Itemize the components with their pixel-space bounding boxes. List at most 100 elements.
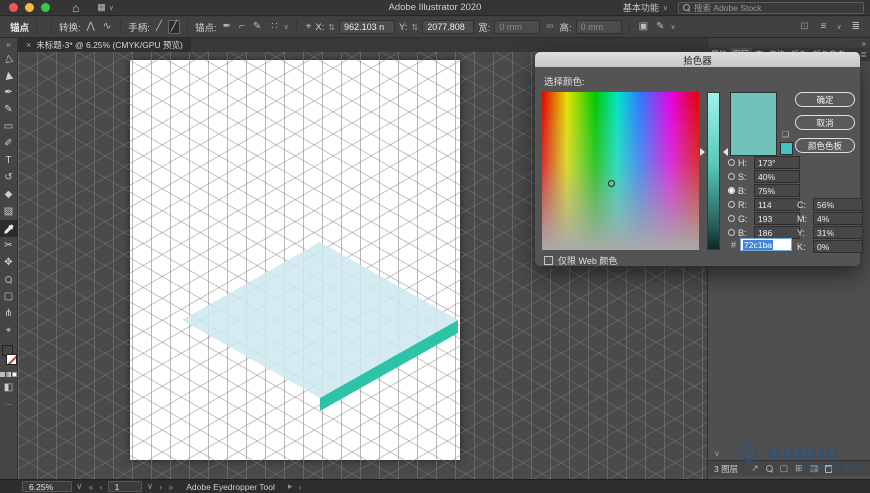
s-field[interactable]: 40% — [754, 170, 800, 183]
document-tab[interactable]: × 未标题-3* @ 6.25% (CMYK/GPU 预览) — [18, 38, 191, 52]
brightness-slider[interactable] — [707, 92, 720, 250]
b-radio[interactable] — [728, 187, 735, 194]
eraser-tool[interactable]: ◆ — [0, 186, 18, 203]
convert-corner-icon[interactable]: ⋀ — [85, 21, 97, 33]
hide-handles-icon[interactable]: ╱ — [167, 20, 180, 34]
locate-object-icon[interactable] — [765, 465, 773, 472]
x-field[interactable]: 962.103 n — [339, 20, 396, 34]
ok-button[interactable]: 确定 — [795, 92, 855, 107]
g-field[interactable]: 193 — [754, 212, 800, 225]
y-field[interactable]: 2077.808 — [422, 20, 475, 34]
web-colors-only-checkbox[interactable]: 仅限 Web 颜色 — [544, 254, 617, 267]
color-button[interactable] — [0, 372, 5, 377]
zoom-level-field[interactable]: 6.25% — [22, 481, 72, 492]
last-artboard-icon[interactable]: » — [168, 482, 173, 492]
cancel-button[interactable]: 取消 — [795, 115, 855, 130]
slider-arrow-right-icon[interactable] — [723, 148, 728, 156]
isolate-icon[interactable]: ∷ — [269, 21, 279, 33]
slider-arrow-left-icon[interactable] — [700, 148, 705, 156]
corner-anchor-icon[interactable]: ⌐ — [237, 21, 247, 33]
show-handles-icon[interactable]: ╱ — [154, 21, 164, 33]
zoom-dropdown-icon[interactable]: ∨ — [76, 481, 83, 492]
none-button[interactable] — [12, 372, 17, 377]
mesh-tool[interactable]: ⋔ — [0, 305, 18, 322]
zoom-window-button[interactable] — [41, 3, 50, 12]
panel-menu-icon[interactable]: ≣ — [860, 50, 870, 59]
remove-anchor-icon[interactable]: ✒ — [221, 21, 233, 33]
c-field[interactable]: 56% — [813, 198, 863, 211]
hex-field[interactable]: 72c1ba — [740, 238, 793, 251]
zoom-tool[interactable] — [0, 271, 18, 288]
r-field[interactable]: 114 — [754, 198, 800, 211]
smooth-anchor-icon[interactable]: ✎ — [251, 21, 263, 33]
align-options-icon[interactable]: ≡ — [819, 21, 829, 33]
s-radio[interactable] — [728, 173, 735, 180]
pen-tool[interactable]: ✒ — [0, 84, 18, 101]
edit-toolbar-icon[interactable]: … — [0, 396, 18, 408]
h-field[interactable]: 173° — [754, 156, 800, 169]
gamut-warning-icon[interactable]: ❑ — [782, 130, 789, 139]
arrange-documents-button[interactable]: ▦ ∨ — [97, 2, 114, 13]
first-artboard-icon[interactable]: « — [89, 482, 94, 492]
iso-tile-top-face[interactable] — [182, 242, 458, 398]
rotate-tool[interactable]: ↺ — [0, 169, 18, 186]
h-radio[interactable] — [728, 159, 735, 166]
panel-list-icon[interactable]: ≣ — [850, 21, 862, 33]
b-field[interactable]: 75% — [754, 184, 800, 197]
width-field[interactable]: 0 mm — [494, 20, 541, 34]
k-field[interactable]: 0% — [813, 240, 863, 253]
search-input[interactable] — [694, 2, 844, 13]
selection-tool[interactable]: ▷ — [0, 50, 18, 67]
link-dimensions-icon[interactable]: ∞ — [544, 21, 555, 33]
next-artboard-icon[interactable]: › — [159, 482, 162, 492]
transform-box-icon[interactable]: ▣ — [637, 21, 650, 33]
close-window-button[interactable] — [9, 3, 18, 12]
gradient-tool[interactable]: ▨ — [0, 203, 18, 220]
color-swatches-button[interactable]: 颜色色板 — [795, 138, 855, 153]
home-icon[interactable]: ⌂ — [72, 2, 79, 14]
toolbar-collapse-icon[interactable]: » — [0, 38, 18, 50]
minimize-window-button[interactable] — [25, 3, 34, 12]
drawing-modes-icon[interactable]: ◧ — [0, 379, 18, 396]
checkbox-icon — [544, 256, 553, 265]
dialog-title[interactable]: 拾色器 — [535, 52, 860, 67]
b2-radio[interactable] — [728, 229, 735, 236]
height-field[interactable]: 0 mm — [575, 20, 622, 34]
stock-search[interactable] — [678, 1, 864, 14]
convert-smooth-icon[interactable]: ∿ — [101, 21, 113, 33]
workspace-switcher[interactable]: 基本功能 ∨ — [623, 1, 668, 14]
artboard-tool[interactable]: ▢ — [0, 288, 18, 305]
eyedropper-tool[interactable] — [0, 220, 18, 237]
color-spectrum-field[interactable] — [542, 92, 699, 250]
g-radio[interactable] — [728, 215, 735, 222]
stroke-none-swatch[interactable] — [5, 354, 17, 365]
pen-options-icon[interactable]: ✎ — [654, 21, 666, 33]
shape-builder-tool[interactable]: ✂ — [0, 237, 18, 254]
symbol-tool[interactable]: ⌖ — [0, 322, 18, 339]
y-field[interactable]: 31% — [813, 226, 863, 239]
close-tab-icon[interactable]: × — [26, 40, 31, 50]
y-stepper-icon[interactable]: ⇅ — [412, 23, 419, 32]
prev-artboard-icon[interactable]: ‹ — [100, 482, 103, 492]
snap-grid-icon[interactable]: ⊡ — [798, 21, 810, 33]
paintbrush-tool[interactable]: ✐ — [0, 135, 18, 152]
web-safe-swatch[interactable] — [780, 142, 793, 155]
scroll-left-icon[interactable]: ‹ — [298, 482, 301, 492]
reference-point-icon[interactable]: ⌖ — [304, 21, 314, 33]
color-marker-icon[interactable] — [608, 180, 615, 187]
gradient-button[interactable] — [6, 372, 11, 377]
artboard-dropdown-icon[interactable]: ∨ — [147, 481, 154, 492]
m-field[interactable]: 4% — [813, 212, 863, 225]
status-options-icon[interactable]: ▸ — [288, 481, 293, 492]
x-stepper-icon[interactable]: ⇅ — [328, 23, 335, 32]
rectangle-tool[interactable]: ▭ — [0, 118, 18, 135]
panel-row-collapse-icon[interactable]: ∨ — [714, 449, 720, 458]
illustrator-window: ⌂ ▦ ∨ Adobe Illustrator 2020 基本功能 ∨ 锚点 转… — [0, 0, 870, 493]
curvature-tool[interactable]: ✎ — [0, 101, 18, 118]
r-radio[interactable] — [728, 201, 735, 208]
collapse-panels-icon[interactable]: » — [862, 39, 866, 48]
direct-selection-tool[interactable]: ▶ — [0, 67, 18, 84]
hand-tool[interactable]: ✥ — [0, 254, 18, 271]
artboard-number-field[interactable]: 1 — [107, 481, 142, 492]
type-tool[interactable]: T — [0, 152, 18, 169]
